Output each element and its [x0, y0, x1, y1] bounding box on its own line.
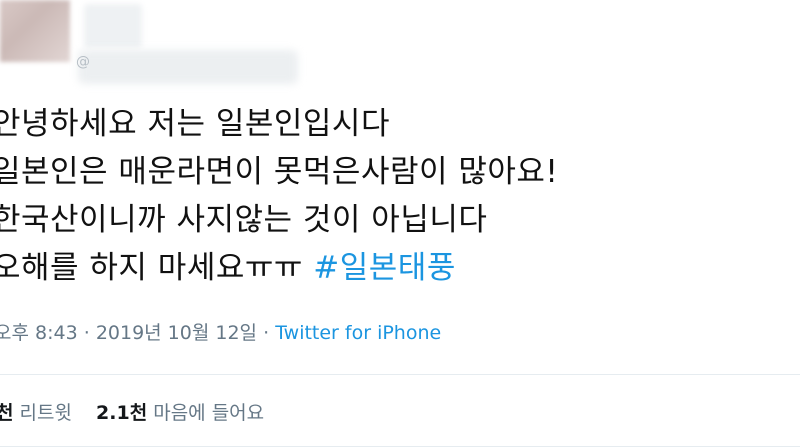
tweet-line-with-hashtag: 오해를 하지 마세요ㅠㅠ #일본태풍 [0, 244, 792, 292]
avatar[interactable] [0, 0, 70, 62]
tweet-stats: 천 리트윗 2.1천 마음에 들어요 [0, 398, 282, 425]
divider [0, 374, 800, 375]
likes-stat[interactable]: 2.1천 마음에 들어요 [96, 402, 264, 424]
tweet-text: 안녕하세요 저는 일본인입시다 일본인은 매운라면이 못먹은사람이 많아요! 한… [0, 100, 792, 292]
display-name-blurred[interactable] [84, 4, 142, 48]
tweet-time[interactable]: 오후 8:43 [0, 322, 78, 344]
likes-count: 2.1천 [96, 402, 148, 424]
tweet-date[interactable]: 2019년 10월 12일 [96, 322, 257, 344]
retweets-label: 리트윗 [19, 402, 72, 424]
hashtag-link[interactable]: #일본태풍 [313, 250, 456, 286]
retweets-stat[interactable]: 천 리트윗 [0, 402, 72, 424]
likes-label: 마음에 들어요 [153, 402, 265, 424]
source-link[interactable]: Twitter for iPhone [275, 322, 441, 344]
tweet-metadata: 오후 8:43 · 2019년 10월 12일 · Twitter for iP… [0, 318, 441, 345]
handle-at-symbol: @ [76, 54, 90, 70]
user-handle-blurred[interactable] [78, 50, 298, 84]
tweet-line: 한국산이니까 사지않는 것이 아닙니다 [0, 202, 488, 238]
divider [0, 446, 800, 447]
meta-separator: · [83, 322, 90, 344]
tweet-line: 오해를 하지 마세요ㅠㅠ [0, 250, 303, 286]
tweet-line: 안녕하세요 저는 일본인입시다 [0, 106, 390, 142]
meta-separator: · [263, 322, 270, 344]
tweet-line: 일본인은 매운라면이 못먹은사람이 많아요! [0, 154, 559, 190]
retweets-count: 천 [0, 402, 14, 424]
